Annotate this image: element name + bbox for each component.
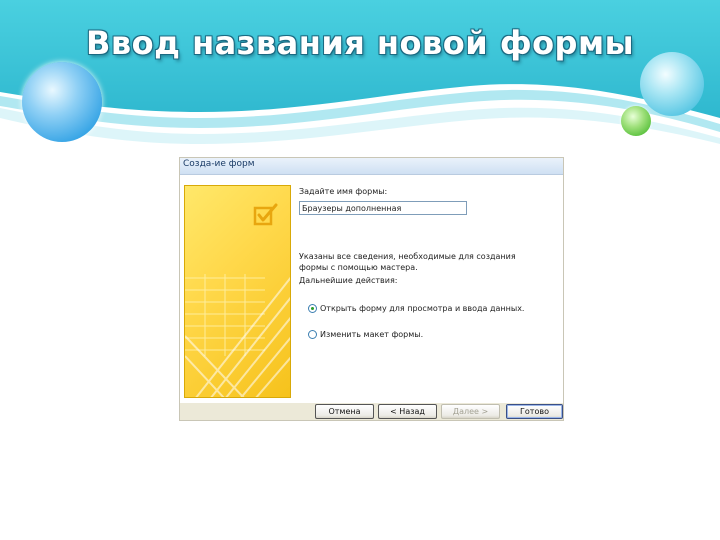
cancel-button[interactable]: Отмена <box>315 404 374 419</box>
wizard-illustration <box>184 185 291 398</box>
decorative-bubble-green <box>621 106 651 136</box>
radio-open-form[interactable]: Открыть форму для просмотра и ввода данн… <box>308 302 524 314</box>
radio-edit-layout-label: Изменить макет формы. <box>320 329 424 339</box>
form-name-label: Задайте имя формы: <box>299 187 388 196</box>
dialog-footer: Отмена < Назад Далее > Готово <box>180 404 563 421</box>
radio-edit-layout-button[interactable] <box>308 329 317 339</box>
dialog-title: Созда-ие форм <box>183 159 255 169</box>
slide-header: Ввод названия новой формы <box>0 0 720 150</box>
radio-open-form-button[interactable] <box>308 303 317 313</box>
wizard-info-text: Указаны все сведения, необходимые для со… <box>299 252 516 272</box>
back-button[interactable]: < Назад <box>378 404 437 419</box>
dialog-content: Задайте имя формы: Указаны все сведения,… <box>180 175 563 403</box>
decorative-bubble-right <box>640 52 704 116</box>
checkmark-icon <box>253 203 278 226</box>
next-actions-label: Дальнейшие действия: <box>299 276 398 285</box>
radio-edit-layout[interactable]: Изменить макет формы. <box>308 328 423 340</box>
next-button[interactable]: Далее > <box>441 404 500 419</box>
dialog-titlebar: Созда-ие форм <box>180 158 563 175</box>
header-wave <box>0 0 720 144</box>
form-wizard-dialog: Созда-ие форм Задайте имя формы: Браузер… <box>179 157 564 421</box>
decorative-bubble-left <box>22 62 102 142</box>
radio-open-form-label: Открыть форму для просмотра и ввода данн… <box>320 303 525 313</box>
finish-button[interactable]: Готово <box>506 404 563 419</box>
slide-title: Ввод названия новой формы <box>85 24 635 62</box>
form-name-input[interactable] <box>299 201 467 215</box>
